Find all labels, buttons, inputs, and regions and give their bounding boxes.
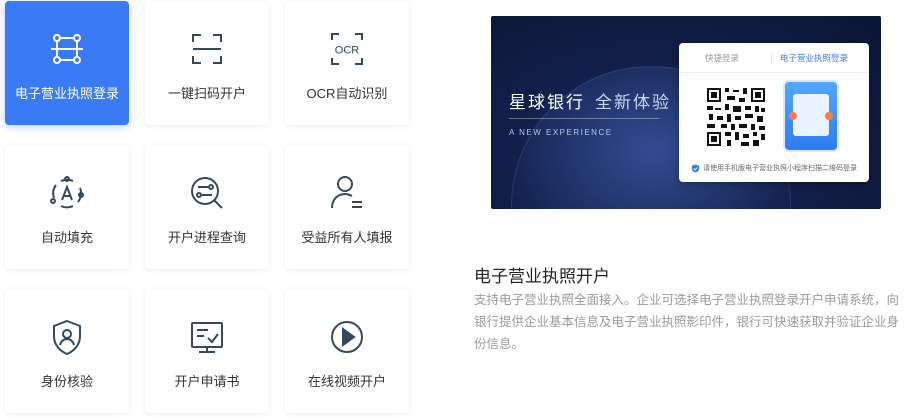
promo-banner: 星球银行全新体验 A NEW EXPERIENCE 快捷登录 电子营业执照登录 [491,16,881,209]
feature-card-beneficiary[interactable]: 受益所有人填报 [285,145,409,269]
feature-card-scan-open[interactable]: 一键扫码开户 [145,1,269,125]
play-icon [327,317,367,357]
login-tabs: 快捷登录 电子营业执照登录 [679,43,869,73]
feature-card-auto-fill[interactable]: 自动填充 [5,145,129,269]
info-title: 电子营业执照开户 [474,267,610,286]
feature-label: 电子营业执照登录 [14,86,119,101]
feature-card-video-open[interactable]: 在线视频开户 [285,289,409,413]
phone-illustration [783,80,839,152]
banner-title: 星球银行 全新体验 [509,88,671,113]
feature-card-application-form[interactable]: 开户申请书 [145,289,269,413]
shield-user-icon [47,317,87,357]
feature-label: OCR自动识别 [306,86,388,101]
login-tip: 请使用手机版电子营业执照小程序扫描二维码登录 [691,163,857,173]
banner-divider [509,118,659,119]
login-tip-text: 请使用手机版电子营业执照小程序扫描二维码登录 [703,165,857,172]
info-description: 支持电子营业执照全面接入。企业可选择电子营业执照登录开户申请系统，向银行提供企业… [474,293,900,351]
scan-frame-icon [187,29,227,69]
feature-label: 开户进程查询 [167,230,246,245]
ocr-icon: OCR [327,29,367,69]
feature-label: 受益所有人填报 [301,230,393,245]
ocr-icon-text: OCR [335,45,360,57]
auto-fill-icon [47,173,87,213]
shield-icon [691,163,700,173]
tab-license-login[interactable]: 电子营业执照登录 [780,52,848,64]
qr-code-icon [705,86,767,148]
license-scan-icon [47,29,87,69]
banner-english-slogan: A NEW EXPERIENCE [509,128,613,137]
feature-card-license-login[interactable]: 电子营业执照登录 [5,1,129,125]
tab-separator [771,52,772,63]
feature-label: 在线视频开户 [307,374,386,389]
phone-dot [789,112,797,120]
progress-search-icon [187,173,227,213]
login-panel: 快捷登录 电子营业执照登录 请使用手机版电子营业执照小程序扫描二维码登录 [679,43,869,182]
feature-card-ocr[interactable]: OCR OCR自动识别 [285,1,409,125]
banner-brand: 星球银行 [509,93,585,112]
feature-card-identity-verify[interactable]: 身份核验 [5,289,129,413]
tab-quick-login[interactable]: 快捷登录 [705,52,739,64]
feature-card-progress-query[interactable]: 开户进程查询 [145,145,269,269]
phone-screen [793,94,829,136]
feature-label: 身份核验 [40,374,93,389]
phone-dot [825,112,833,120]
feature-label: 开户申请书 [174,374,240,389]
feature-grid: 电子营业执照登录 一键扫码开户 OCR OCR自动识别 自动填充 开户进程查询 … [0,0,420,417]
banner-slogan: 全新体验 [595,93,671,112]
user-form-icon [327,173,367,213]
feature-label: 一键扫码开户 [167,86,246,101]
document-check-icon [187,317,227,357]
feature-label: 自动填充 [40,230,93,245]
